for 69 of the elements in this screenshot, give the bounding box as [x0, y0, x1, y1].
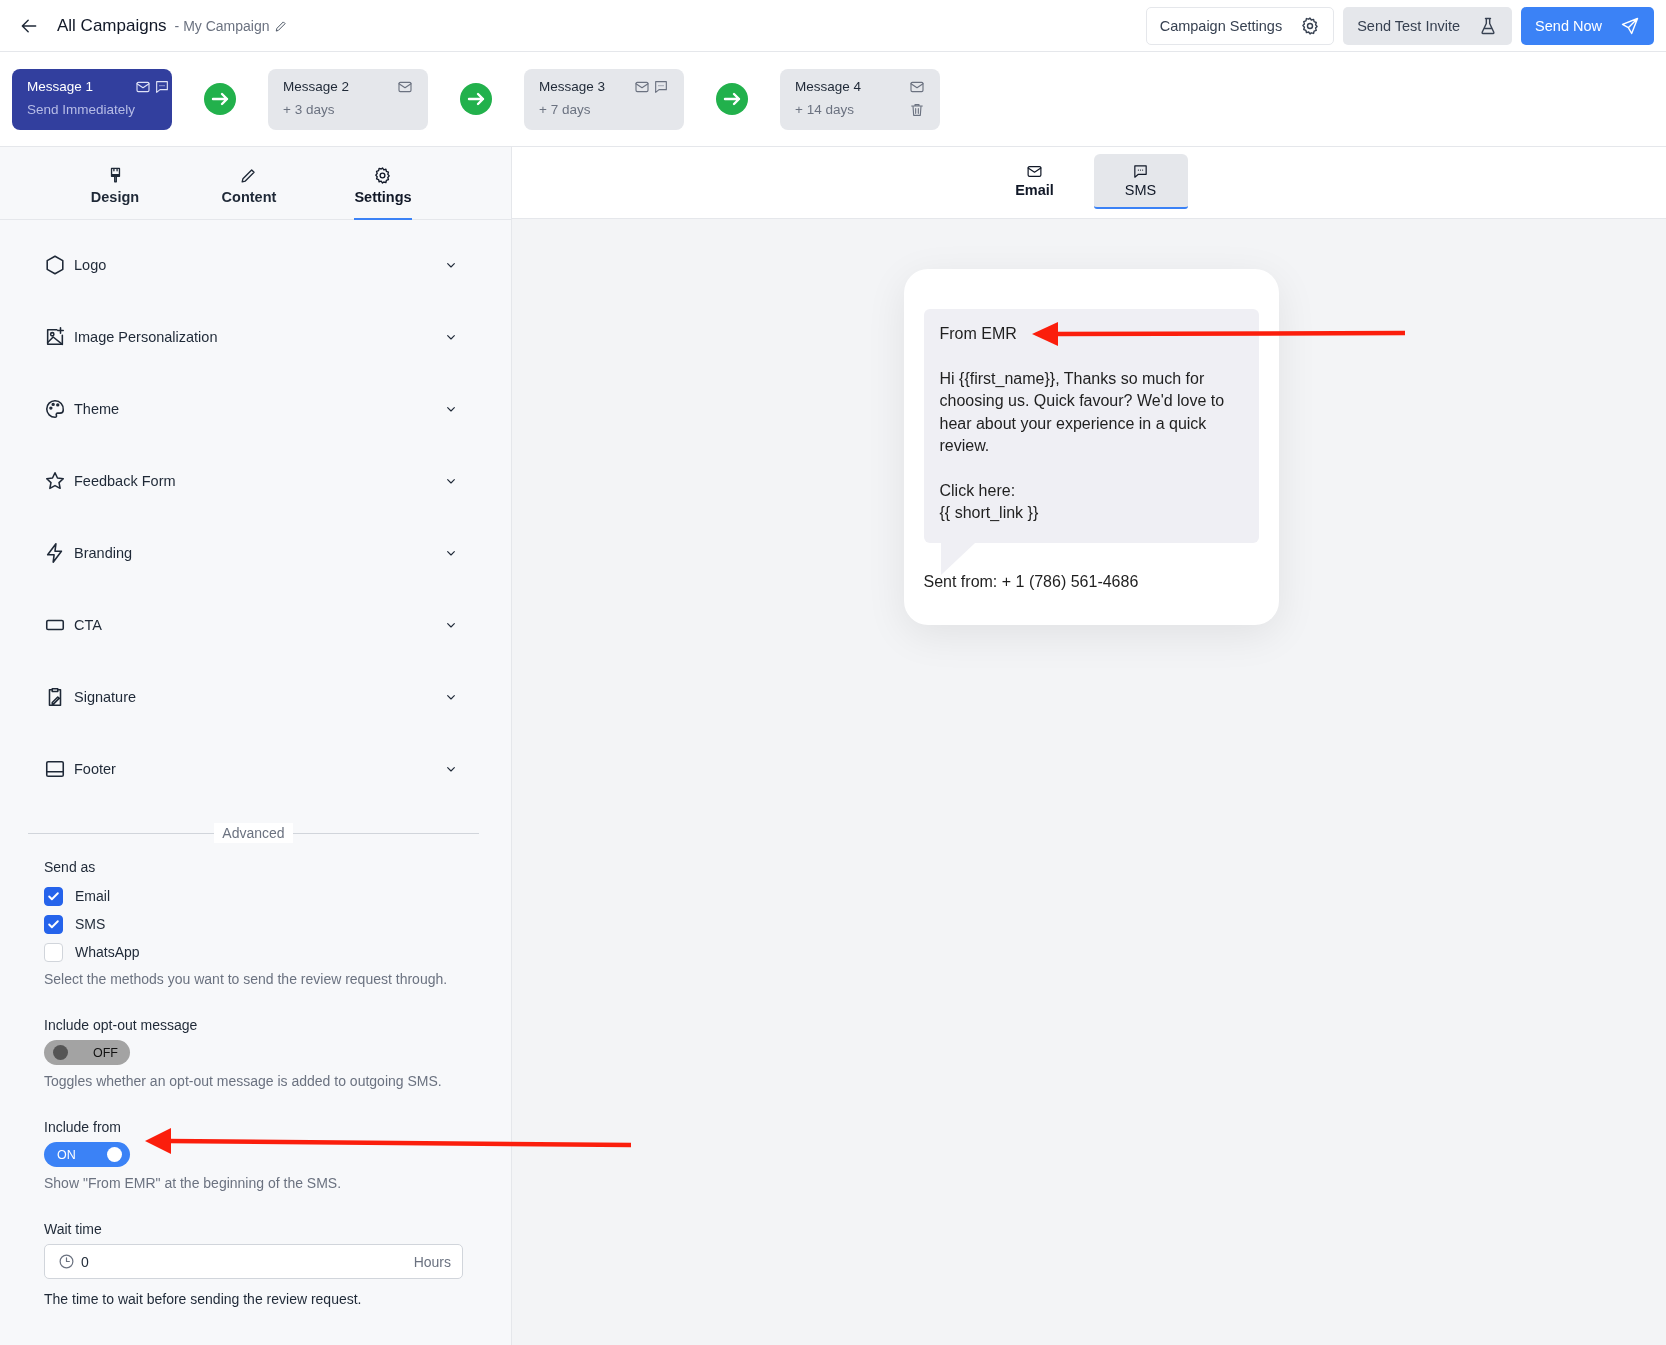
settings-section[interactable]: Footer [44, 733, 459, 805]
send-now-button[interactable]: Send Now [1521, 6, 1654, 45]
help-text: Select the methods you want to send the review request through. [44, 971, 449, 987]
message-body: Hi {{first_name}}, Thanks so much for choosing us. Quick favour? We'd love to hear about your experience in a quick review. [939, 368, 1226, 456]
sender-number: Sent from: + 1 (786) 561-4686 [923, 572, 1140, 591]
checkbox[interactable] [44, 886, 63, 906]
settings-section[interactable]: Logo [44, 229, 459, 301]
channel-tab[interactable]: Email [987, 154, 1082, 209]
checkbox-label: SMS [75, 916, 106, 932]
message-card[interactable]: Message 4 + 14 days [780, 68, 940, 130]
settings-section[interactable]: Branding [44, 517, 459, 589]
settings-section[interactable]: Signature [44, 661, 459, 733]
checkmark-icon [47, 889, 60, 903]
field-label: Wait time [44, 1221, 103, 1237]
field-value: 0 [81, 1253, 89, 1270]
message-delay: + 14 days [795, 101, 855, 119]
toggle-switch[interactable]: ON [44, 1142, 130, 1167]
settings-section[interactable]: Theme [44, 373, 459, 445]
short-link[interactable]: {{ short_link }} [939, 504, 1039, 521]
checkmark-icon [47, 917, 60, 931]
trash-icon[interactable] [909, 101, 925, 118]
link-prompt: Click here: [939, 480, 1017, 501]
hexagon-icon [44, 254, 66, 276]
field-label: Include opt-out message [44, 1017, 199, 1033]
gear-icon [1300, 15, 1321, 36]
sender-line: From EMR [939, 324, 1017, 344]
editor-tab[interactable]: Content [221, 147, 277, 220]
checkbox[interactable] [44, 914, 63, 934]
editor-tab[interactable]: Settings [354, 147, 412, 220]
channel-tab[interactable]: SMS [1093, 154, 1188, 209]
help-text: Show "From EMR" at the beginning of the SMS. [44, 1175, 343, 1191]
help-text: The time to wait before sending the review request. [44, 1291, 363, 1307]
send-test-button[interactable]: Send Test Invite [1343, 6, 1513, 45]
wait-time-field[interactable]: 0 Hours [44, 1244, 463, 1279]
message-card[interactable]: Message 3 + 7 days [524, 68, 684, 130]
settings-section[interactable]: Image Personalization [44, 301, 459, 373]
message-card[interactable]: Message 2 + 3 days [268, 68, 428, 130]
campaign-settings-button[interactable]: Campaign Settings [1145, 6, 1335, 45]
checkbox-label: WhatsApp [75, 944, 140, 960]
settings-section[interactable]: Feedback Form [44, 445, 459, 517]
field-label: Send as [44, 859, 97, 875]
message-title: Message 1 [27, 78, 95, 96]
star-icon [44, 470, 66, 492]
message-delay: Send Immediately [27, 102, 136, 119]
editor-tab[interactable]: Design [90, 147, 140, 220]
footer-layout-icon [44, 758, 66, 780]
unit-label: Hours [413, 1253, 451, 1270]
image-plus-icon [44, 326, 66, 348]
clock-icon [58, 1253, 75, 1270]
palette-icon [44, 398, 66, 420]
toggle-switch[interactable]: OFF [44, 1040, 130, 1065]
settings-icon [373, 166, 393, 185]
send-icon [1620, 15, 1640, 36]
checkbox-label: Email [75, 888, 110, 904]
message-title: Message 3 [539, 78, 607, 96]
settings-section[interactable]: CTA [44, 589, 459, 661]
message-delay: + 3 days [283, 102, 336, 119]
field-label: Include from [44, 1119, 123, 1135]
chat-icon [1132, 163, 1149, 180]
page-title: All Campaigns [57, 15, 167, 36]
help-text: Toggles whether an opt-out message is added to outgoing SMS. [44, 1073, 443, 1089]
campaign-name: - My Campaign [174, 17, 270, 34]
section-divider-label: Advanced [214, 823, 293, 843]
envelope-icon [1026, 163, 1043, 180]
pencil-icon[interactable] [273, 18, 288, 33]
message-title: Message 4 [795, 78, 863, 96]
message-title: Message 2 [283, 78, 351, 96]
message-card[interactable]: Message 1 Send Immediately [12, 68, 172, 130]
message-delay: + 7 days [539, 102, 592, 119]
